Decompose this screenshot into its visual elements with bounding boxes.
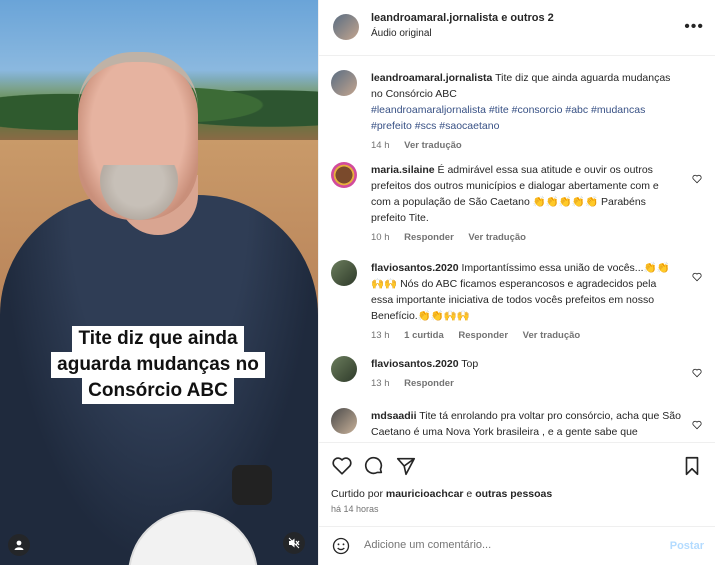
comment-bubble-icon[interactable] bbox=[363, 455, 385, 477]
comments-list[interactable]: leandroamaral.jornalista Tite diz que ai… bbox=[319, 56, 715, 442]
comment-text: Top bbox=[461, 358, 479, 370]
post-time[interactable]: há 14 horas bbox=[331, 504, 379, 514]
post-details-panel: leandroamaral.jornalista e outros 2 Áudi… bbox=[318, 0, 715, 565]
reply-link[interactable]: Responder bbox=[458, 330, 508, 341]
video-caption: Tite diz que ainda aguarda mudanças no C… bbox=[38, 326, 278, 404]
commenter-avatar[interactable] bbox=[331, 408, 357, 434]
user-icon bbox=[14, 540, 24, 550]
more-options-icon[interactable]: ••• bbox=[684, 18, 704, 36]
caption-time: 14 h bbox=[371, 140, 390, 151]
comment-time: 13 h bbox=[371, 378, 390, 389]
commenter-avatar[interactable] bbox=[331, 260, 357, 286]
post-viewer: Tite diz que ainda aguarda mudanças no C… bbox=[0, 0, 715, 565]
comment-text: Tite tá enrolando pra voltar pro consórc… bbox=[371, 410, 681, 438]
caption-line-1: Tite diz que ainda bbox=[72, 326, 244, 352]
like-comment-heart-icon[interactable] bbox=[692, 368, 702, 378]
post-actions: Curtido por mauricioachcar e outras pess… bbox=[319, 442, 715, 526]
caption-author-avatar[interactable] bbox=[331, 70, 357, 96]
liked-by-prefix: Curtido por bbox=[331, 488, 383, 500]
like-comment-heart-icon[interactable] bbox=[692, 174, 702, 184]
see-translation-link[interactable]: Ver tradução bbox=[404, 140, 462, 151]
comment-input[interactable] bbox=[364, 539, 624, 551]
video-player[interactable]: Tite diz que ainda aguarda mudanças no C… bbox=[0, 0, 318, 565]
author-avatar[interactable] bbox=[333, 14, 359, 40]
emoji-icon[interactable] bbox=[331, 536, 351, 556]
liked-by-others[interactable]: outras pessoas bbox=[475, 488, 552, 500]
like-comment-heart-icon[interactable] bbox=[692, 272, 702, 282]
person-hair bbox=[78, 52, 198, 107]
likes-count-link[interactable]: 1 curtida bbox=[404, 330, 444, 341]
see-translation-link[interactable]: Ver tradução bbox=[523, 330, 581, 341]
add-comment-bar: Postar bbox=[319, 526, 715, 565]
commenter-avatar[interactable] bbox=[331, 356, 357, 382]
reply-link[interactable]: Responder bbox=[404, 232, 454, 243]
liked-by-text[interactable]: Curtido por mauricioachcar e outras pess… bbox=[331, 488, 552, 500]
tagged-users-button[interactable] bbox=[8, 534, 30, 556]
caption-hashtags[interactable]: #leandroamaraljornalista #tite #consorci… bbox=[371, 104, 645, 132]
comment-time: 10 h bbox=[371, 232, 390, 243]
comment-username[interactable]: flaviosantos.2020 bbox=[371, 262, 459, 274]
comment-username[interactable]: mdsaadii bbox=[371, 410, 417, 422]
comment-time: 13 h bbox=[371, 330, 390, 341]
liked-by-middle: e bbox=[466, 488, 473, 500]
comment-username[interactable]: flaviosantos.2020 bbox=[371, 358, 459, 370]
share-paper-plane-icon[interactable] bbox=[395, 455, 417, 477]
speaker-muted-icon bbox=[288, 537, 300, 549]
liked-by-user[interactable]: mauricioachcar bbox=[386, 488, 464, 500]
caption-line-2: aguarda mudanças no bbox=[51, 352, 265, 378]
comment-meta: 10 h Responder Ver tradução bbox=[371, 230, 681, 246]
see-translation-link[interactable]: Ver tradução bbox=[468, 232, 526, 243]
comment-meta: 13 h Responder bbox=[371, 376, 681, 392]
reply-link[interactable]: Responder bbox=[404, 378, 454, 389]
comment-username[interactable]: maria.silaine bbox=[371, 164, 435, 176]
like-comment-heart-icon[interactable] bbox=[692, 420, 702, 430]
audio-label[interactable]: Áudio original bbox=[371, 28, 432, 39]
caption-meta: 14 h Ver tradução bbox=[371, 138, 681, 154]
author-name[interactable]: leandroamaral.jornalista e outros 2 bbox=[371, 12, 554, 24]
post-button[interactable]: Postar bbox=[670, 540, 704, 552]
mute-button[interactable] bbox=[283, 532, 305, 554]
like-heart-icon[interactable] bbox=[331, 455, 353, 477]
save-bookmark-icon[interactable] bbox=[681, 455, 703, 477]
wristwatch bbox=[232, 465, 272, 505]
comment-meta: 13 h 1 curtida Responder Ver tradução bbox=[371, 328, 681, 344]
caption-username[interactable]: leandroamaral.jornalista bbox=[371, 72, 492, 84]
post-header: leandroamaral.jornalista e outros 2 Áudi… bbox=[319, 0, 715, 56]
caption-line-3: Consórcio ABC bbox=[82, 378, 234, 404]
commenter-avatar[interactable] bbox=[331, 162, 357, 188]
